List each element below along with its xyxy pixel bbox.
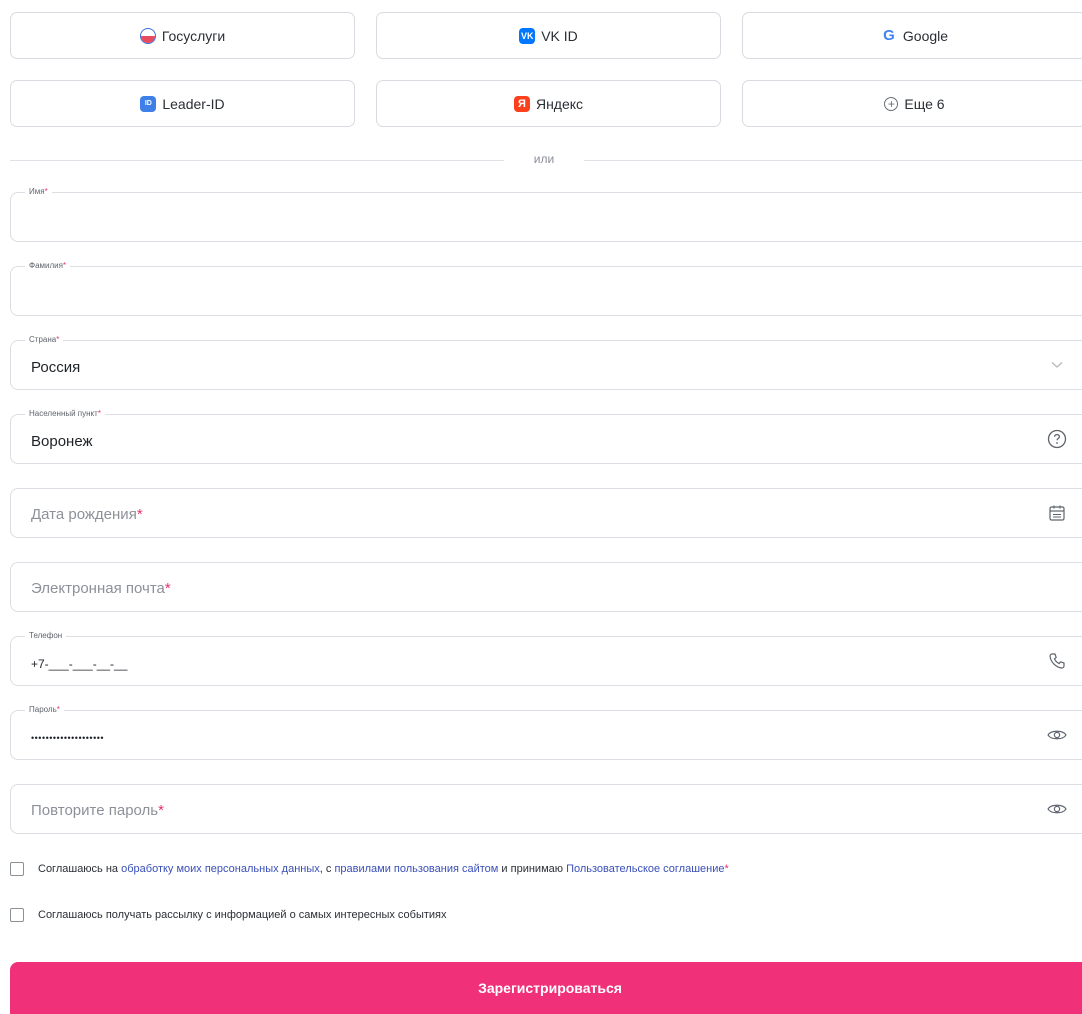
city-label: Населенный пункт* [25, 408, 105, 420]
birth-date-field[interactable]: Дата рождения* [10, 488, 1082, 538]
birth-date-placeholder: Дата рождения* [31, 506, 143, 523]
country-value: Россия [31, 359, 81, 376]
or-divider: или [10, 150, 1082, 170]
register-button[interactable]: Зарегистрироваться [10, 962, 1082, 1014]
password-label: Пароль* [25, 704, 64, 716]
calendar-icon[interactable] [1047, 503, 1067, 523]
first-name-field[interactable]: Имя* [10, 186, 1082, 242]
birth-date-placeholder-text: Дата рождения [31, 506, 137, 523]
leaderid-button[interactable]: ID Leader-ID [10, 80, 355, 127]
eye-icon[interactable] [1047, 725, 1067, 745]
city-label-text: Населенный пункт [29, 409, 98, 418]
email-placeholder-text: Электронная почта [31, 580, 165, 597]
email-field[interactable]: Электронная почта* [10, 562, 1082, 612]
required-mark: * [164, 580, 171, 597]
yandex-icon: Я [513, 95, 530, 112]
leaderid-icon: ID [140, 95, 157, 112]
terms-mid2: и принимаю [498, 863, 567, 875]
user-agreement-link[interactable]: Пользовательское соглашение [566, 863, 724, 875]
last-name-label-text: Фамилия [29, 261, 63, 270]
newsletter-text: Соглашаюсь получать рассылку с информаци… [38, 909, 447, 921]
google-label: Google [902, 27, 949, 44]
phone-label: Телефон [25, 630, 67, 642]
more-providers-button[interactable]: + Еще 6 [742, 80, 1082, 127]
vk-icon: VK [519, 27, 536, 44]
required-mark: * [62, 261, 67, 270]
gosuslugi-button[interactable]: Госуслуги [10, 12, 355, 59]
gosuslugi-icon [139, 27, 156, 44]
last-name-label: Фамилия* [25, 260, 71, 272]
divider-text: или [533, 152, 555, 166]
terms-agreement-row: Соглашаюсь на обработку моих персональны… [10, 862, 729, 876]
google-button[interactable]: G Google [742, 12, 1082, 59]
yandex-label: Яндекс [535, 95, 584, 112]
required-mark: * [158, 802, 164, 819]
city-value: Воронеж [31, 433, 93, 450]
divider-line-left [10, 160, 504, 161]
password-field[interactable]: Пароль* •••••••••••••••••••• [10, 704, 1082, 760]
phone-field[interactable]: Телефон +7-___-___-__-__ [10, 630, 1082, 686]
eye-icon[interactable] [1047, 799, 1067, 819]
password-repeat-field[interactable]: Повторите пароль* [10, 784, 1082, 834]
required-mark: * [56, 705, 60, 714]
password-repeat-placeholder: Повторите пароль* [31, 802, 164, 819]
terms-mid1: , с [319, 863, 335, 875]
terms-prefix: Соглашаюсь на [38, 863, 122, 875]
help-circle-icon[interactable] [1047, 429, 1067, 449]
terms-text: Соглашаюсь на обработку моих персональны… [38, 863, 729, 875]
newsletter-checkbox[interactable] [10, 908, 24, 922]
city-field[interactable]: Населенный пункт* Воронеж [10, 408, 1082, 464]
google-icon: G [883, 27, 895, 44]
email-placeholder: Электронная почта* [31, 580, 171, 597]
more-providers-label: Еще 6 [904, 95, 945, 112]
chevron-down-icon[interactable] [1047, 355, 1067, 375]
personal-data-link[interactable]: обработку моих персональных данных [121, 863, 320, 875]
vkid-label: VK ID [541, 27, 578, 44]
last-name-field[interactable]: Фамилия* [10, 260, 1082, 316]
phone-value: +7-___-___-__-__ [31, 657, 128, 671]
password-label-text: Пароль [29, 705, 57, 714]
password-value: •••••••••••••••••••• [31, 733, 105, 743]
first-name-label-text: Имя [29, 187, 45, 196]
terms-checkbox[interactable] [10, 862, 24, 876]
divider-line-right [584, 160, 1082, 161]
vkid-button[interactable]: VK VK ID [376, 12, 721, 59]
site-rules-link[interactable]: правилами пользования сайтом [334, 863, 498, 875]
required-mark: * [724, 863, 729, 875]
gosuslugi-label: Госуслуги [161, 27, 226, 44]
yandex-button[interactable]: Я Яндекс [376, 80, 721, 127]
required-mark: * [136, 506, 143, 523]
password-repeat-placeholder-text: Повторите пароль [31, 802, 159, 819]
country-label: Страна* [25, 334, 64, 346]
phone-icon [1047, 651, 1067, 671]
required-mark: * [44, 187, 48, 196]
newsletter-row: Соглашаюсь получать рассылку с информаци… [10, 908, 447, 922]
required-mark: * [97, 409, 101, 418]
plus-circle-icon: + [884, 96, 899, 111]
required-mark: * [56, 335, 60, 344]
country-select[interactable]: Страна* Россия [10, 334, 1082, 390]
leaderid-label: Leader-ID [162, 95, 225, 112]
first-name-label: Имя* [25, 186, 52, 198]
country-label-text: Страна [29, 335, 57, 344]
